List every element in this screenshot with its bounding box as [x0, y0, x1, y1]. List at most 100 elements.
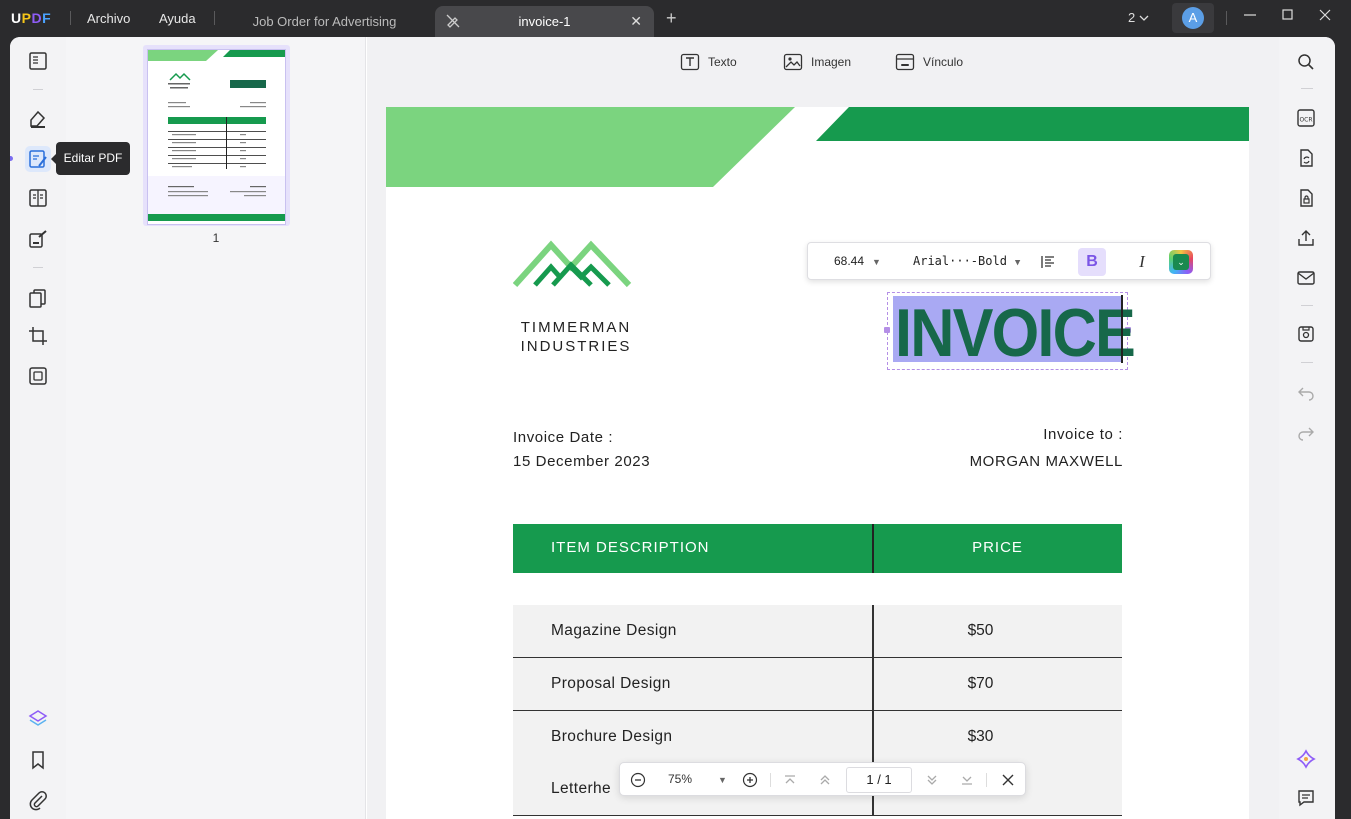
previous-page-icon[interactable]	[818, 773, 832, 787]
zoom-navigation-bar: 75% ▼ 1 / 1	[619, 762, 1026, 796]
add-link-button[interactable]: Vínculo	[895, 53, 963, 71]
chevron-down-icon: ⌄	[1173, 254, 1189, 270]
active-indicator	[10, 156, 13, 161]
add-text-button[interactable]: Texto	[680, 53, 737, 71]
item-name: Brochure Design	[551, 728, 673, 745]
bookmark-icon[interactable]	[27, 749, 49, 771]
text-color-picker[interactable]: ⌄	[1169, 250, 1193, 274]
item-price: $70	[967, 675, 994, 692]
new-tab-icon[interactable]: +	[666, 8, 677, 29]
italic-button[interactable]: I	[1128, 248, 1156, 276]
link-icon	[895, 53, 915, 71]
redo-icon[interactable]	[1296, 422, 1316, 442]
edit-pdf-icon[interactable]	[27, 148, 49, 170]
item-name: Letterhe	[551, 780, 612, 797]
undo-icon[interactable]	[1296, 382, 1316, 402]
tooltip-edit-pdf: Editar PDF	[51, 142, 130, 175]
item-price: $30	[967, 728, 994, 745]
thumbnail-page-number: 1	[212, 231, 220, 245]
divider	[214, 11, 215, 25]
font-size-select[interactable]: 68.44 ▼	[834, 254, 881, 268]
divider	[1301, 362, 1313, 363]
email-icon[interactable]	[1296, 268, 1316, 288]
text-format-toolbar: 68.44 ▼ Arial···-Bold ▼ B I ⌄	[807, 242, 1211, 280]
convert-icon[interactable]	[1296, 148, 1316, 168]
menu-archivo[interactable]: Archivo	[87, 11, 130, 26]
svg-text:OCR: OCR	[1299, 117, 1312, 124]
dropdown-arrow-icon: ▼	[872, 257, 881, 267]
tab-job-order[interactable]: Job Order for Advertising	[232, 6, 417, 37]
fill-sign-icon[interactable]	[27, 228, 49, 250]
align-left-icon[interactable]	[1040, 254, 1056, 270]
save-icon[interactable]	[1296, 324, 1316, 344]
zoom-level-select[interactable]: 75% ▼	[668, 772, 727, 786]
header-banner	[386, 107, 1249, 187]
font-family-select[interactable]: Arial···-Bold ▼	[913, 254, 1020, 268]
page-layout-icon[interactable]	[27, 187, 49, 209]
share-icon[interactable]	[1296, 228, 1316, 248]
add-image-button[interactable]: Imagen	[783, 53, 851, 71]
organize-pages-icon[interactable]	[27, 287, 49, 309]
dropdown-arrow-icon: ▼	[1014, 258, 1021, 268]
crop-icon[interactable]	[27, 325, 49, 347]
divider	[1226, 11, 1227, 25]
divider	[33, 89, 43, 90]
reader-icon[interactable]	[27, 50, 49, 72]
divider	[1301, 305, 1313, 306]
table-row: Magazine Design $50	[513, 605, 1122, 658]
app-logo: UPDF	[11, 10, 52, 26]
comments-icon[interactable]	[1296, 788, 1316, 808]
page-number-input[interactable]: 1 / 1	[846, 767, 912, 793]
text-cursor	[1121, 295, 1123, 363]
minimize-icon[interactable]	[1243, 7, 1257, 24]
item-name: Magazine Design	[551, 622, 677, 639]
table-row: Brochure Design $30	[513, 711, 1122, 764]
menu-ayuda[interactable]: Ayuda	[159, 11, 196, 26]
zoom-out-icon[interactable]	[630, 772, 646, 788]
company-logo-icon	[513, 240, 632, 288]
thumbnail-preview	[148, 50, 285, 221]
ocr-icon[interactable]: OCR	[1296, 108, 1316, 128]
header-item-description: ITEM DESCRIPTION	[551, 539, 710, 556]
company-name: TIMMERMAN INDUSTRIES	[520, 319, 632, 355]
invoice-date-label: Invoice Date :	[513, 429, 614, 446]
divider	[1301, 88, 1313, 89]
close-window-icon[interactable]	[1318, 7, 1332, 24]
comment-icon[interactable]	[27, 108, 49, 130]
pdf-page[interactable]: TIMMERMAN INDUSTRIES INVOICE Invoice Dat…	[386, 107, 1249, 819]
page-thumbnail[interactable]	[147, 49, 286, 225]
zoom-in-icon[interactable]	[742, 772, 758, 788]
close-icon[interactable]	[1001, 773, 1015, 787]
dropdown-arrow-icon: ▼	[718, 775, 727, 785]
ai-assistant-icon[interactable]	[1296, 749, 1316, 769]
divider	[70, 11, 71, 25]
layers-icon[interactable]	[27, 708, 49, 730]
tab-label: Job Order for Advertising	[252, 14, 397, 29]
text-icon	[680, 53, 700, 71]
window-count[interactable]: 2	[1128, 10, 1149, 25]
search-icon[interactable]	[1296, 52, 1316, 72]
protect-icon[interactable]	[1296, 188, 1316, 208]
next-page-icon[interactable]	[925, 773, 939, 787]
maximize-icon[interactable]	[1281, 7, 1295, 24]
resize-handle-left[interactable]	[884, 327, 890, 333]
last-page-icon[interactable]	[960, 773, 974, 787]
account-button[interactable]: A	[1172, 3, 1214, 33]
tab-invoice[interactable]: invoice-1 ✕	[435, 6, 654, 37]
first-page-icon[interactable]	[783, 773, 797, 787]
chevron-down-icon	[1139, 15, 1149, 21]
invoice-title[interactable]: INVOICE	[893, 295, 1136, 371]
bold-button[interactable]: B	[1078, 248, 1106, 276]
edit-toolbar: Texto Imagen Vínculo	[367, 37, 1279, 87]
close-tab-icon[interactable]: ✕	[630, 13, 642, 30]
attachment-icon[interactable]	[27, 789, 49, 811]
tab-label: invoice-1	[518, 14, 571, 29]
item-name: Proposal Design	[551, 675, 671, 692]
item-price: $50	[967, 622, 994, 639]
title-bar: UPDF Archivo Ayuda Job Order for Adverti…	[0, 0, 1351, 37]
left-toolbar: Editar PDF	[10, 37, 130, 819]
tools-icon[interactable]	[27, 365, 49, 387]
invoice-to-value: MORGAN MAXWELL	[969, 453, 1123, 470]
table-header: ITEM DESCRIPTION PRICE	[513, 524, 1122, 573]
app-window: Editar PDF 1 Texto Imagen Vínculo OCR TI…	[10, 37, 1335, 819]
